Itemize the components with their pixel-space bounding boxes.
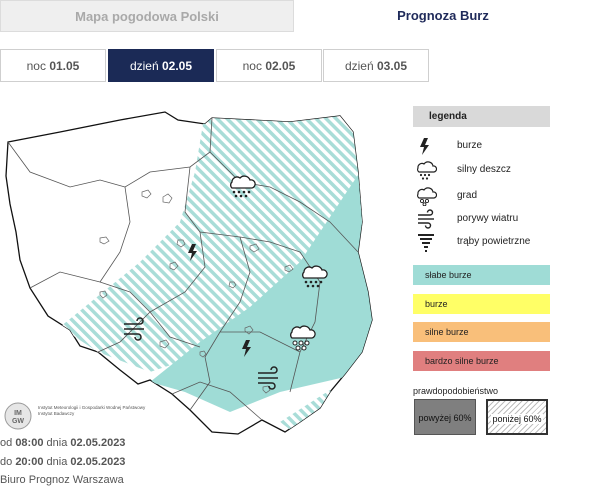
legend-label: silny deszcz <box>457 164 511 175</box>
svg-text:IM: IM <box>14 410 22 417</box>
to-prefix: do <box>0 456 13 468</box>
probability-below-label: poniżej 60% <box>491 414 543 424</box>
legend-label: trąby powietrzne <box>457 236 531 247</box>
from-date: 02.05.2023 <box>70 437 126 449</box>
legend-level-weak: słabe burze <box>413 265 550 285</box>
forecast-office: Biuro Prognoz Warszawa <box>0 474 124 486</box>
legend-title: legenda <box>413 106 550 127</box>
tab-night-0105[interactable]: noc 01.05 <box>0 49 106 82</box>
tab-prefix: noc <box>26 59 46 73</box>
from-mid: dnia <box>46 437 68 449</box>
legend-level-very-strong: bardzo silne burze <box>413 351 550 371</box>
probability-title: prawdopodobieństwo <box>413 386 499 396</box>
probability-above-60: powyżej 60% <box>414 399 476 435</box>
tab-prefix: dzień <box>129 59 159 73</box>
tab-date: 01.05 <box>49 59 80 73</box>
legend-item-wind-gust: porywy wiatru <box>413 209 550 229</box>
from-time: 08:00 <box>15 437 44 449</box>
tab-day-0205[interactable]: dzień 02.05 <box>108 49 214 82</box>
valid-to: do 20:00 dnia 02.05.2023 <box>0 456 125 468</box>
legend-level-storm: burze <box>413 294 550 314</box>
tab-date: 02.05 <box>265 59 296 73</box>
tornado-icon <box>418 234 434 252</box>
tab-date: 03.05 <box>377 59 408 73</box>
legend-item-heavy-rain: silny deszcz <box>413 160 550 180</box>
hail-icon <box>417 187 437 206</box>
lightning-icon <box>420 138 429 155</box>
legend-label: porywy wiatru <box>457 213 519 224</box>
to-time: 20:00 <box>15 456 44 468</box>
heavy-rain-icon <box>417 161 437 180</box>
from-prefix: od <box>0 437 13 449</box>
valid-from: od 08:00 dnia 02.05.2023 <box>0 437 125 449</box>
tab-day-0305[interactable]: dzień 03.05 <box>323 49 429 82</box>
poland-storm-map <box>5 111 373 435</box>
tab-storm-forecast[interactable]: Prognoza Burz <box>296 0 590 32</box>
probability-below-60: poniżej 60% <box>486 399 548 435</box>
tab-night-0205[interactable]: noc 02.05 <box>216 49 322 82</box>
tab-prefix: dzień <box>344 59 374 73</box>
to-date: 02.05.2023 <box>70 456 126 468</box>
tab-prefix: noc <box>242 59 262 73</box>
legend-label: grad <box>457 190 478 201</box>
legend-item-storm: burze <box>413 136 550 156</box>
legend-level-strong: silne burze <box>413 322 550 342</box>
tab-weather-map[interactable]: Mapa pogodowa Polski <box>0 0 294 32</box>
svg-text:GW: GW <box>12 418 24 425</box>
legend-item-hail: grad <box>413 186 550 206</box>
legend: legenda <box>413 106 550 127</box>
imgw-institute-text: Instytut Meteorologii i Gospodarki Wodne… <box>38 405 146 416</box>
tab-date: 02.05 <box>162 59 193 73</box>
imgw-logo: IM GW <box>4 402 32 430</box>
legend-label: burze <box>457 140 483 151</box>
to-mid: dnia <box>46 456 68 468</box>
legend-item-tornado: trąby powietrzne <box>413 232 550 252</box>
wind-gust-icon <box>418 209 434 229</box>
